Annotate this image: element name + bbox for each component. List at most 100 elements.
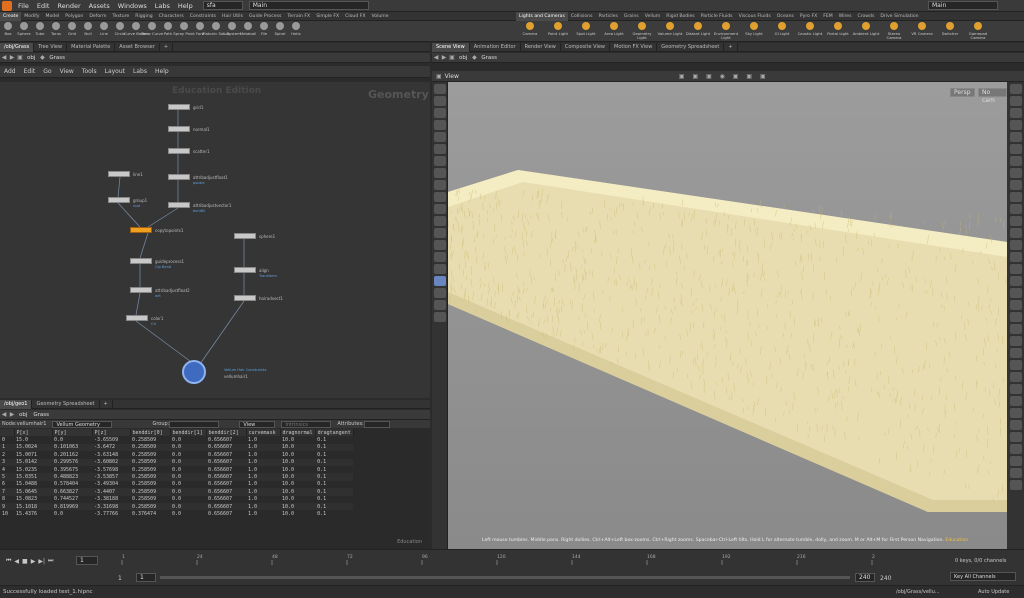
menu-item-windows[interactable]: Windows — [114, 0, 151, 12]
tool-distant-light[interactable]: Distant Light — [684, 22, 712, 36]
tool-volume-light[interactable]: Volume Light — [656, 22, 684, 36]
sheet-path-obj[interactable]: obj — [16, 412, 30, 418]
tool-file[interactable]: File — [256, 22, 272, 36]
shelf-tab-grains[interactable]: Grains — [621, 12, 642, 21]
shelf-tab-modify[interactable]: Modify — [21, 12, 42, 21]
shelf-tab-vellum[interactable]: Vellum — [642, 12, 664, 21]
tool-area-light[interactable]: Area Light — [600, 22, 628, 36]
display-option-icon[interactable] — [1009, 420, 1022, 430]
tool-spiral[interactable]: Spiral — [272, 22, 288, 36]
display-option-icon[interactable] — [1009, 396, 1022, 406]
shelf-tab-wires[interactable]: Wires — [836, 12, 855, 21]
display-option-icon[interactable] — [1009, 456, 1022, 466]
end-frame-field[interactable]: 240 — [855, 573, 875, 582]
start-frame[interactable]: 1 — [118, 575, 122, 582]
table-row[interactable]: 8 15.0823 0.744527 -3.38188 0.258509 0.0 0.656… — [0, 496, 353, 503]
menu-item-labs[interactable]: Labs — [151, 0, 174, 12]
node-copytopoints1[interactable] — [130, 227, 152, 233]
step-back-icon[interactable]: ◀ — [14, 558, 19, 565]
lock-icon[interactable] — [433, 156, 446, 166]
auto-update-dropdown[interactable]: Auto Update — [978, 589, 1009, 595]
stop-icon[interactable]: ■ — [22, 558, 28, 565]
geo-mode-dropdown[interactable]: Vellum Geometry — [52, 420, 113, 428]
tool-helix[interactable]: Helix — [288, 22, 304, 36]
timeline-ruler[interactable]: 1 24 48 72 96 120 144 168 192 216 2 — [118, 551, 898, 565]
display-option-icon[interactable] — [1009, 120, 1022, 130]
tab--obj-grass[interactable]: /obj/Grass — [0, 42, 35, 52]
path-segment-obj[interactable]: obj — [24, 55, 38, 61]
magnet-icon[interactable] — [433, 216, 446, 226]
menu-item-help[interactable]: Help — [174, 0, 197, 12]
display-option-icon[interactable] — [1009, 252, 1022, 262]
add-tab-button[interactable]: + — [160, 42, 174, 52]
tool-point-light[interactable]: Point Light — [544, 22, 572, 36]
display-option-icon[interactable] — [1009, 276, 1022, 286]
shelf-tab-volume[interactable]: Volume — [369, 12, 392, 21]
tool-vr-camera[interactable]: VR Camera — [908, 22, 936, 36]
shelf-tab-viscous-fluids[interactable]: Viscous Fluids — [736, 12, 774, 21]
tool-grid[interactable]: Grid — [64, 22, 80, 36]
tool-draw-curve[interactable]: Draw Curve — [141, 22, 163, 36]
shelf-tab-crowds[interactable]: Crowds — [854, 12, 877, 21]
tool-gamepad-camera[interactable]: Gamepad Camera — [964, 22, 992, 40]
scale-icon[interactable] — [433, 120, 446, 130]
scene-path-obj[interactable]: obj — [456, 55, 470, 61]
table-row[interactable]: 4 15.0235 0.395675 -3.57698 0.258509 0.0 0.656… — [0, 466, 353, 473]
display-option-icon[interactable] — [1009, 204, 1022, 214]
snap-icon[interactable] — [433, 204, 446, 214]
scene-tab-animation-editor[interactable]: Animation Editor — [470, 42, 521, 52]
shelf-tab-fem[interactable]: FEM — [820, 12, 836, 21]
network-menu-edit[interactable]: Edit — [20, 67, 40, 76]
display-option-icon[interactable] — [1009, 156, 1022, 166]
sheet-tab-geometry-spreadsheet[interactable]: Geometry Spreadsheet — [32, 399, 100, 409]
brush-icon[interactable] — [433, 264, 446, 274]
scene-tab-motion-fx-view[interactable]: Motion FX View — [610, 42, 658, 52]
key-all-channels-button[interactable]: Key All Channels — [950, 572, 1016, 581]
menu-item-file[interactable]: File — [14, 0, 33, 12]
lasso-icon[interactable] — [433, 276, 446, 286]
tool-box[interactable]: Box — [0, 22, 16, 36]
add-tab-button[interactable]: + — [100, 399, 113, 409]
tab-asset-browser[interactable]: Asset Browser — [115, 42, 160, 52]
tool-caustic-light[interactable]: Caustic Light — [796, 22, 824, 36]
persp-button[interactable]: Persp — [950, 88, 975, 97]
node-attribadjustfloat1[interactable] — [168, 174, 190, 180]
view-icon[interactable] — [433, 192, 446, 202]
display-icon[interactable] — [433, 228, 446, 238]
display-option-icon[interactable] — [1009, 432, 1022, 442]
step-forward-icon[interactable]: ▶| — [38, 558, 45, 565]
back-arrow-icon[interactable]: ◀ — [0, 54, 8, 61]
sheet-path-grass[interactable]: Grass — [30, 412, 52, 418]
table-row[interactable]: 3 15.0142 0.299576 -3.60802 0.258509 0.0 0.656… — [0, 458, 354, 466]
scene-path-grass[interactable]: Grass — [478, 55, 500, 61]
node-hairadvect1[interactable] — [234, 295, 256, 301]
display-option-icon[interactable] — [1009, 96, 1022, 106]
table-row[interactable]: 0 15.0 0.0 -3.65509 0.258509 0.0 0.656607 1.0 10… — [0, 436, 353, 443]
tool-spray-paint[interactable]: Spray Paint — [173, 22, 195, 36]
cam-button[interactable]: No cam — [978, 88, 1007, 104]
tool-null[interactable]: Null — [80, 22, 96, 36]
start-frame-field[interactable]: 1 — [136, 573, 156, 582]
node-align[interactable] — [234, 267, 256, 273]
display-option-icon[interactable] — [1009, 372, 1022, 382]
display-option-icon[interactable] — [1009, 264, 1022, 274]
tab-material-palette[interactable]: Material Palette — [67, 42, 116, 52]
shelf-tab-deform[interactable]: Deform — [86, 12, 109, 21]
node-line1[interactable] — [108, 171, 130, 177]
shelf-tab-model[interactable]: Model — [43, 12, 63, 21]
shelf-tab-simple-fx[interactable]: Simple FX — [313, 12, 342, 21]
display-option-icon[interactable] — [1009, 108, 1022, 118]
tool-torus[interactable]: Torus — [48, 22, 64, 36]
scene-tab-render-view[interactable]: Render View — [521, 42, 561, 52]
table-row[interactable]: 1 15.0024 0.101063 -3.6472 0.258509 0.0 0.6566… — [0, 443, 354, 452]
scene-viewport[interactable]: Persp No cam Left mouse tumbles. Middle … — [448, 82, 1007, 549]
shelf-tab-pyro-fx[interactable]: Pyro FX — [797, 12, 820, 21]
display-option-icon[interactable] — [1009, 300, 1022, 310]
menu-item-render[interactable]: Render — [53, 0, 84, 12]
forward-arrow-icon[interactable]: ▶ — [8, 54, 16, 61]
display-option-icon[interactable] — [1009, 312, 1022, 322]
network-menu-labs[interactable]: Labs — [129, 67, 151, 76]
column-header[interactable]: dragtangent — [315, 429, 354, 437]
column-header[interactable]: P[y] — [52, 429, 93, 437]
shelf-tab-oceans[interactable]: Oceans — [774, 12, 797, 21]
